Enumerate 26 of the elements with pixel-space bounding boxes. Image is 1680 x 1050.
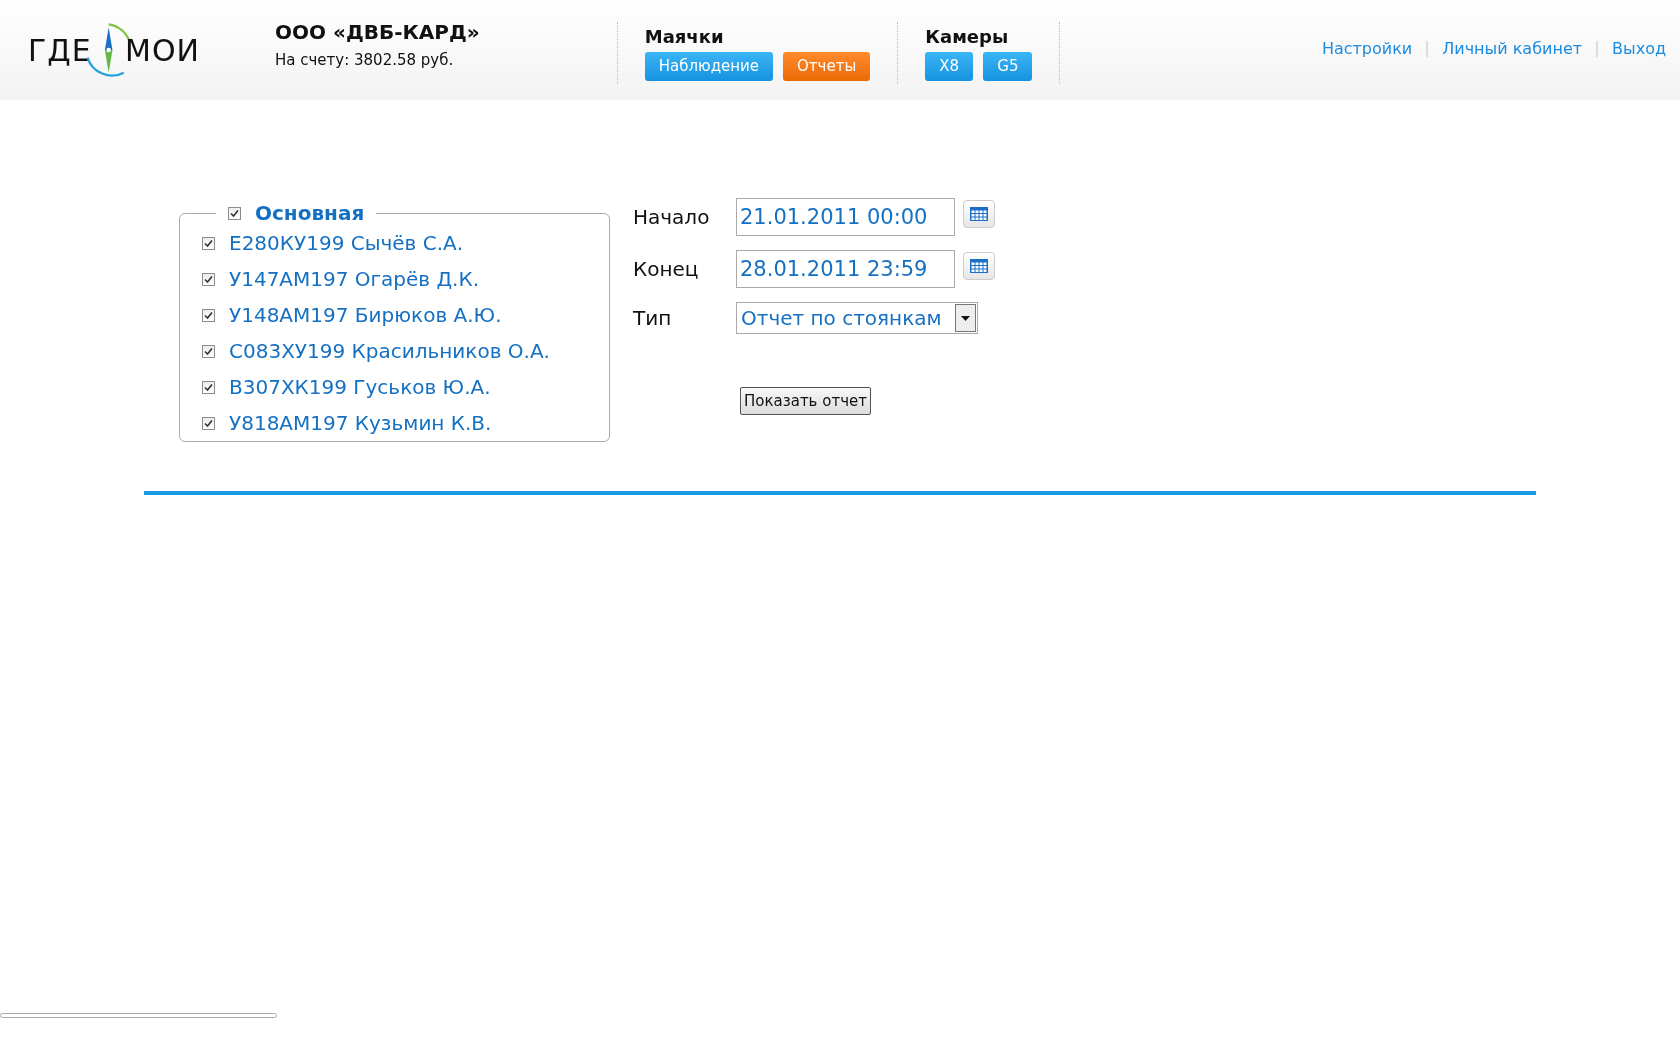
vehicle-label: В307ХК199 Гуськов Ю.А. [229, 374, 491, 401]
date-field[interactable]: 21.01.2011 00:00 [736, 198, 955, 236]
header-link[interactable]: Настройки [1321, 37, 1413, 61]
vehicle-label: У147АМ197 Огарёв Д.К. [229, 266, 480, 293]
vehicle-label: С083ХУ199 Красильников О.А. [229, 338, 550, 365]
nav-group-title: Камеры [925, 25, 1010, 49]
vehicle-label: У148АМ197 Бирюков А.Ю. [229, 302, 502, 329]
nav-button[interactable]: Отчеты [783, 52, 871, 81]
show-report-button[interactable]: Показать отчет [740, 387, 871, 415]
vehicle-label: У818АМ197 Кузьмин К.В. [229, 410, 492, 437]
date-field[interactable]: 28.01.2011 23:59 [736, 250, 955, 288]
header-link[interactable]: Личный кабинет [1442, 37, 1583, 61]
vehicle-label: Е280КУ199 Сычёв С.А. [229, 230, 464, 257]
nav-button[interactable]: Наблюдение [644, 52, 774, 81]
group-title: Основная [255, 200, 365, 227]
field-label: Конец [633, 256, 700, 283]
report-type-select[interactable]: Отчет по стоянкам [736, 302, 978, 334]
nav-button[interactable]: G5 [983, 52, 1033, 81]
nav-group-title: Маячки [644, 25, 725, 49]
header-link[interactable]: Выход [1612, 37, 1666, 61]
field-label: Тип [633, 305, 673, 332]
company-name: ООО «ДВБ-КАРД» [275, 19, 480, 46]
nav-button[interactable]: X8 [925, 52, 974, 81]
logo: ГДЕ МОИ [28, 14, 200, 86]
account-balance: На счету: 3802.58 руб. [275, 50, 455, 71]
field-label: Начало [633, 204, 711, 231]
